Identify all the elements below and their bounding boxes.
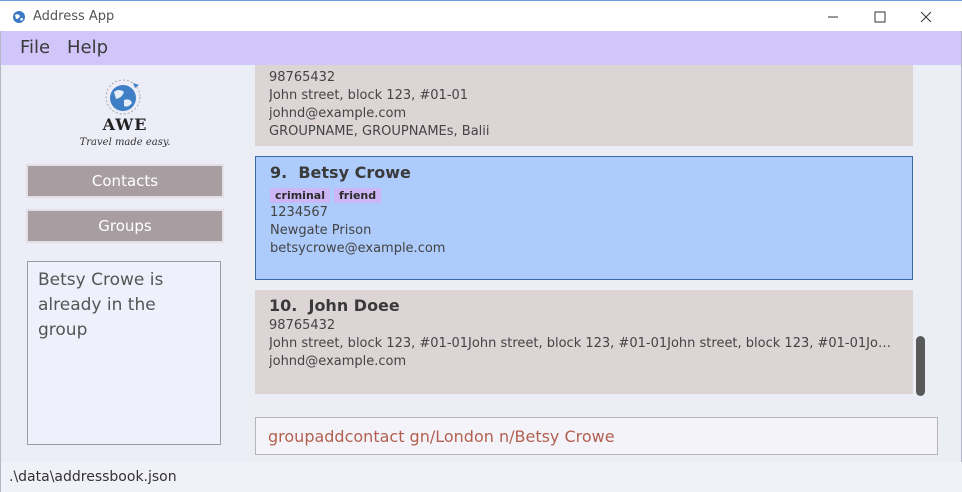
title-bar: Address App	[0, 0, 962, 31]
contact-card[interactable]: 10. John Doee 98765432 John street, bloc…	[255, 290, 913, 394]
contact-phone: 1234567	[270, 205, 328, 220]
close-icon	[920, 11, 932, 22]
save-file-path: .\data\addressbook.json	[9, 469, 177, 485]
scrollbar-thumb[interactable]	[916, 336, 925, 396]
main-content: AWE Travel made easy. Contacts Groups Be…	[0, 65, 962, 462]
menu-help[interactable]: Help	[67, 37, 108, 58]
contact-name-row: 10. John Doee	[269, 296, 899, 315]
minimize-icon	[828, 16, 838, 17]
contact-card-selected[interactable]: 9. Betsy Crowe criminal friend 1234567 Ne…	[255, 156, 913, 280]
sidebar: AWE Travel made easy. Contacts Groups Be…	[5, 65, 243, 462]
globe-logo-icon	[105, 79, 141, 115]
contact-phone: 98765432	[269, 70, 336, 85]
contact-name: John Doee	[308, 296, 400, 315]
groups-button[interactable]: Groups	[26, 209, 224, 243]
tag-friend: friend	[333, 188, 382, 203]
maximize-icon	[874, 11, 886, 22]
contact-address: John street, block 123, #01-01	[269, 88, 469, 103]
contact-index: 9.	[270, 163, 288, 182]
contact-groups: GROUPNAME, GROUPNAMEs, Balii	[269, 124, 490, 139]
contacts-button[interactable]: Contacts	[26, 164, 224, 198]
tag-list: criminal friend	[270, 184, 898, 203]
contact-email: johnd@example.com	[269, 354, 407, 369]
menu-file[interactable]: File	[20, 37, 50, 58]
contact-card[interactable]: 98765432 John street, block 123, #01-01 …	[255, 65, 913, 146]
contact-name-row: 9. Betsy Crowe	[270, 163, 898, 182]
contact-phone: 98765432	[269, 318, 336, 333]
tag-criminal: criminal	[270, 188, 330, 203]
contact-email: betsycrowe@example.com	[270, 241, 446, 256]
logo-tagline: Travel made easy.	[79, 137, 171, 148]
logo-brand: AWE	[102, 115, 148, 134]
app-globe-icon	[13, 11, 25, 23]
status-bar: .\data\addressbook.json	[0, 462, 962, 492]
contact-name: Betsy Crowe	[298, 163, 411, 182]
contact-address: Newgate Prison	[270, 223, 372, 238]
window-title: Address App	[33, 9, 115, 24]
contact-address: John street, block 123, #01-01John stree…	[269, 336, 899, 351]
minimize-button[interactable]	[810, 1, 856, 32]
contact-email: johnd@example.com	[269, 106, 407, 121]
close-button[interactable]	[903, 1, 949, 32]
command-input[interactable]: groupaddcontact gn/London n/Betsy Crowe	[255, 417, 938, 455]
menu-bar: File Help	[0, 31, 962, 65]
contact-index: 10.	[269, 296, 298, 315]
result-display: Betsy Crowe is already in the group	[27, 261, 221, 445]
maximize-button[interactable]	[857, 1, 903, 32]
contact-list[interactable]: 98765432 John street, block 123, #01-01 …	[245, 65, 927, 407]
app-logo: AWE Travel made easy.	[75, 77, 175, 155]
